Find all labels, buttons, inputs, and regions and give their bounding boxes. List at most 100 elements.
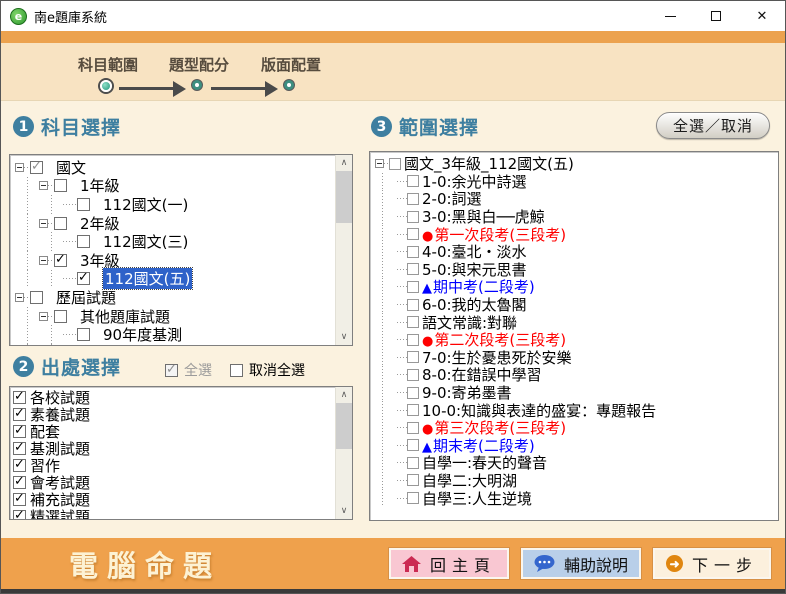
- expand-collapse-icon[interactable]: [15, 162, 24, 172]
- checkbox[interactable]: [407, 351, 419, 364]
- tree-branch: [397, 497, 407, 499]
- checkbox[interactable]: [407, 333, 419, 346]
- tree-row[interactable]: 3年級: [10, 250, 352, 270]
- tree-row[interactable]: 112國文(一): [10, 195, 352, 214]
- next-step-button[interactable]: ➜ 下一步: [652, 548, 771, 579]
- tree-guide: [375, 295, 397, 314]
- scroll-down-icon[interactable]: ∨: [336, 329, 353, 345]
- expand-collapse-icon[interactable]: [39, 218, 48, 228]
- select-all-checkbox[interactable]: [165, 362, 178, 377]
- app-brand-title: 電腦命題: [69, 548, 222, 583]
- tree-row[interactable]: 歷屆試題: [10, 288, 352, 307]
- scroll-up-icon[interactable]: ∧: [336, 387, 353, 403]
- home-button[interactable]: 回主頁: [388, 548, 509, 579]
- checkbox[interactable]: [407, 456, 419, 469]
- checkbox[interactable]: [389, 157, 401, 170]
- scrollbar-thumb[interactable]: [335, 403, 352, 449]
- deselect-all-checkbox-group[interactable]: 取消全選: [230, 360, 305, 380]
- tree-row[interactable]: 自學三:人生逆境: [370, 489, 778, 508]
- checkbox[interactable]: [407, 280, 419, 293]
- minimize-button[interactable]: [647, 1, 693, 31]
- tree-guide: [15, 343, 39, 345]
- checkbox[interactable]: [407, 492, 419, 505]
- tree-guide: [375, 383, 397, 402]
- expand-collapse-icon[interactable]: [375, 159, 384, 169]
- scroll-down-icon[interactable]: ∨: [336, 503, 353, 519]
- tree-row[interactable]: 90年度基測: [10, 325, 352, 344]
- tree-row[interactable]: 91年度基測: [10, 343, 352, 345]
- step-circle-1-active-icon: [100, 80, 112, 92]
- checkbox[interactable]: [407, 386, 419, 399]
- checkbox[interactable]: [30, 159, 43, 174]
- checkbox[interactable]: [407, 245, 419, 258]
- tree-guide: [375, 436, 397, 455]
- tree-guide: [39, 343, 63, 345]
- arrow-right-icon: [173, 81, 186, 97]
- checkbox[interactable]: [407, 192, 419, 205]
- checkbox[interactable]: [54, 309, 67, 323]
- scrollbar-thumb[interactable]: [335, 171, 352, 223]
- checkbox[interactable]: [407, 316, 419, 329]
- scroll-up-icon[interactable]: ∧: [336, 155, 353, 171]
- subject-tree-scrollbar[interactable]: ∧ ∨: [335, 155, 352, 345]
- checkbox[interactable]: [407, 228, 419, 241]
- tree-item-label: 自學三:人生逆境: [422, 489, 533, 508]
- checkbox[interactable]: [407, 439, 419, 452]
- checkbox[interactable]: [407, 404, 419, 417]
- tree-row[interactable]: 112國文(五): [10, 267, 352, 291]
- checkbox[interactable]: [13, 440, 26, 455]
- tree-branch: [397, 321, 407, 323]
- tree-row[interactable]: 其他題庫試題: [10, 306, 352, 326]
- checkbox[interactable]: [54, 179, 67, 193]
- close-button[interactable]: ✕: [739, 1, 785, 31]
- tree-row[interactable]: 112國文(三): [10, 232, 352, 251]
- checkbox[interactable]: [407, 368, 419, 381]
- checkbox[interactable]: [13, 491, 26, 506]
- select-all-toggle-button[interactable]: 全選／取消: [656, 112, 771, 139]
- deselect-all-checkbox[interactable]: [230, 363, 243, 377]
- source-list-item[interactable]: 基測試題: [10, 440, 352, 458]
- checkbox[interactable]: [13, 406, 26, 421]
- tree-guide: [375, 313, 397, 331]
- checkbox[interactable]: [407, 298, 419, 311]
- checkbox[interactable]: [407, 421, 419, 434]
- checkbox[interactable]: [407, 210, 419, 223]
- expand-collapse-icon[interactable]: [39, 311, 48, 321]
- checkbox[interactable]: [77, 235, 90, 249]
- expand-collapse-icon[interactable]: [39, 255, 48, 265]
- checkbox[interactable]: [77, 197, 90, 211]
- checkbox[interactable]: [13, 457, 26, 472]
- checkbox[interactable]: [407, 474, 419, 487]
- tree-guide: [375, 278, 397, 296]
- tree-guide: [15, 250, 39, 270]
- expand-collapse-icon[interactable]: [15, 292, 24, 302]
- checkbox[interactable]: [30, 290, 43, 304]
- checkbox[interactable]: [77, 270, 90, 286]
- checkbox[interactable]: [54, 216, 67, 230]
- checkbox[interactable]: [407, 263, 419, 276]
- source-list-scrollbar[interactable]: ∧ ∨: [335, 387, 352, 519]
- checkbox[interactable]: [407, 175, 419, 188]
- tree-guide: [375, 348, 397, 367]
- checkbox[interactable]: [13, 423, 26, 438]
- tree-row[interactable]: 國文: [10, 158, 352, 177]
- checkbox[interactable]: [77, 328, 90, 342]
- checkbox[interactable]: [13, 474, 26, 489]
- tree-row[interactable]: 2年級: [10, 213, 352, 233]
- help-button[interactable]: 輔助說明: [520, 548, 641, 579]
- tree-guide: [15, 176, 39, 196]
- select-all-checkbox-group[interactable]: 全選: [165, 360, 212, 380]
- tree-branch: [397, 479, 407, 481]
- expand-collapse-icon[interactable]: [39, 181, 48, 191]
- checkbox[interactable]: [13, 389, 26, 404]
- section-number-3: 3: [371, 116, 392, 137]
- tree-guide: [15, 269, 39, 289]
- maximize-button[interactable]: [693, 1, 739, 31]
- source-list-item[interactable]: 素養試題: [10, 406, 352, 424]
- checkbox[interactable]: [13, 508, 26, 519]
- tree-row[interactable]: 1年級: [10, 176, 352, 196]
- tree-branch: [397, 392, 407, 394]
- source-list-item[interactable]: 精選試題: [10, 508, 352, 519]
- checkbox[interactable]: [54, 252, 67, 267]
- deselect-all-label: 取消全選: [249, 363, 305, 379]
